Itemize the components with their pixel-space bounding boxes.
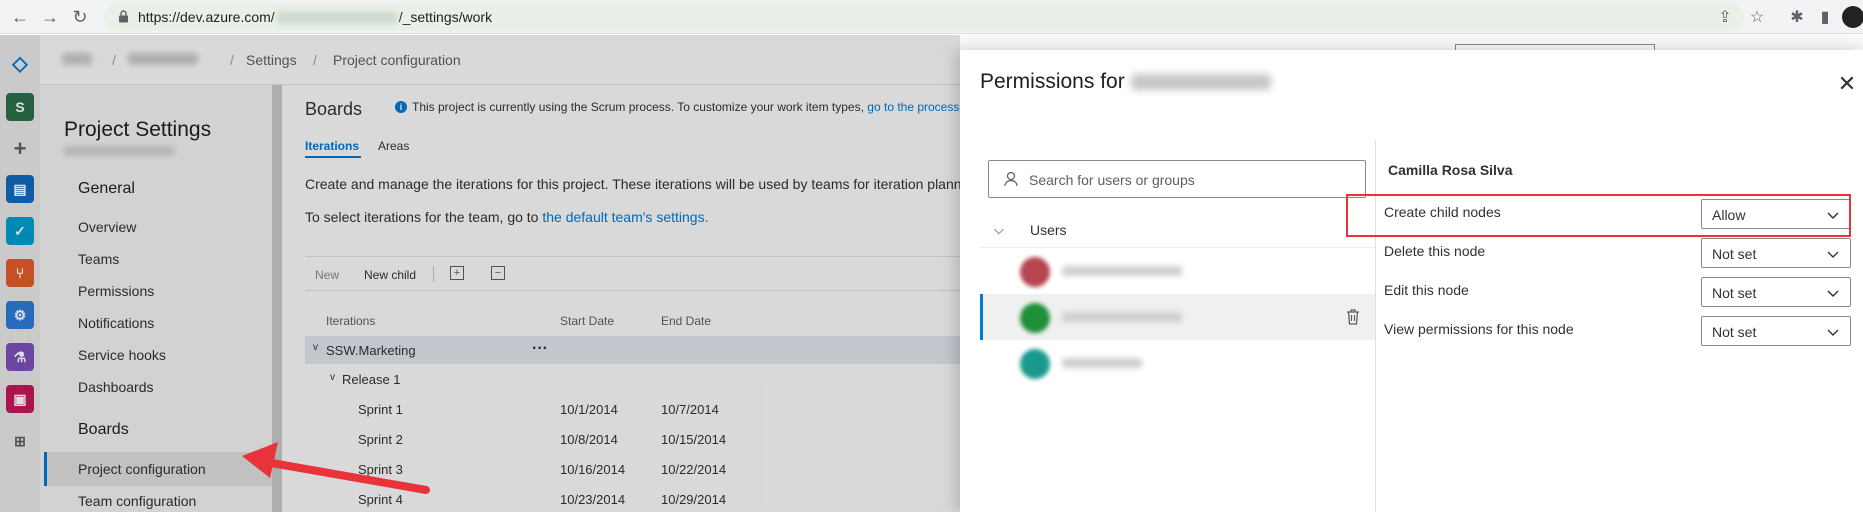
close-icon[interactable]: ✕ — [1835, 71, 1859, 96]
permission-label-delete-this-node: Delete this node — [1384, 243, 1486, 259]
permission-label-edit-this-node: Edit this node — [1384, 282, 1469, 298]
user-name-blurred — [1062, 266, 1182, 276]
permission-select-delete-this-node[interactable]: Not set — [1701, 238, 1851, 268]
share-icon[interactable]: ⇪ — [1714, 6, 1736, 28]
panel-title: Permissions for — [980, 70, 1271, 94]
chevron-down-icon — [1827, 290, 1839, 297]
users-group-label: Users — [1030, 222, 1067, 238]
list-item-selected[interactable] — [980, 294, 1375, 340]
reload-icon[interactable]: ↻ — [68, 5, 92, 29]
permission-label-view-permissions: View permissions for this node — [1384, 321, 1574, 337]
selected-user-name: Camilla Rosa Silva — [1388, 162, 1513, 178]
lock-icon — [118, 10, 129, 23]
sidepanel-icon[interactable]: ▮ — [1814, 6, 1836, 28]
annotation-arrow — [242, 442, 430, 494]
user-name-blurred — [1062, 312, 1182, 322]
profile-avatar[interactable] — [1842, 6, 1863, 28]
avatar — [1020, 349, 1050, 379]
avatar — [1020, 303, 1050, 333]
permission-value: Not set — [1712, 324, 1757, 340]
permissions-panel: Permissions for ✕ ⌵ Users Camilla Rosa S… — [960, 50, 1863, 512]
panel-overlay — [0, 35, 960, 512]
users-group-header[interactable]: ⌵ Users — [980, 218, 1375, 248]
url-text: https://dev.azure.com//_settings/work — [138, 9, 493, 25]
user-name-blurred — [1062, 358, 1142, 368]
permission-value: Not set — [1712, 285, 1757, 301]
browser-toolbar: ← → ↻ https://dev.azure.com//_settings/w… — [0, 0, 1863, 34]
chevron-down-icon — [1827, 251, 1839, 258]
star-icon[interactable]: ☆ — [1746, 6, 1768, 28]
chevron-down-icon — [1827, 329, 1839, 336]
back-icon[interactable]: ← — [8, 5, 32, 29]
annotation-highlight-box — [1346, 194, 1851, 237]
chevron-down-icon[interactable]: ⌵ — [994, 222, 1004, 238]
extensions-icon[interactable]: ✱ — [1786, 6, 1808, 28]
permission-value: Not set — [1712, 246, 1757, 262]
search-box[interactable] — [988, 160, 1366, 198]
list-item[interactable] — [980, 340, 1375, 386]
list-item[interactable] — [980, 248, 1375, 294]
search-input[interactable] — [1029, 170, 1349, 190]
permission-select-edit-this-node[interactable]: Not set — [1701, 277, 1851, 307]
permission-select-view-permissions[interactable]: Not set — [1701, 316, 1851, 346]
trash-icon[interactable] — [1345, 308, 1361, 326]
forward-icon[interactable]: → — [38, 5, 62, 29]
avatar — [1020, 257, 1050, 287]
person-search-icon — [1004, 171, 1018, 187]
